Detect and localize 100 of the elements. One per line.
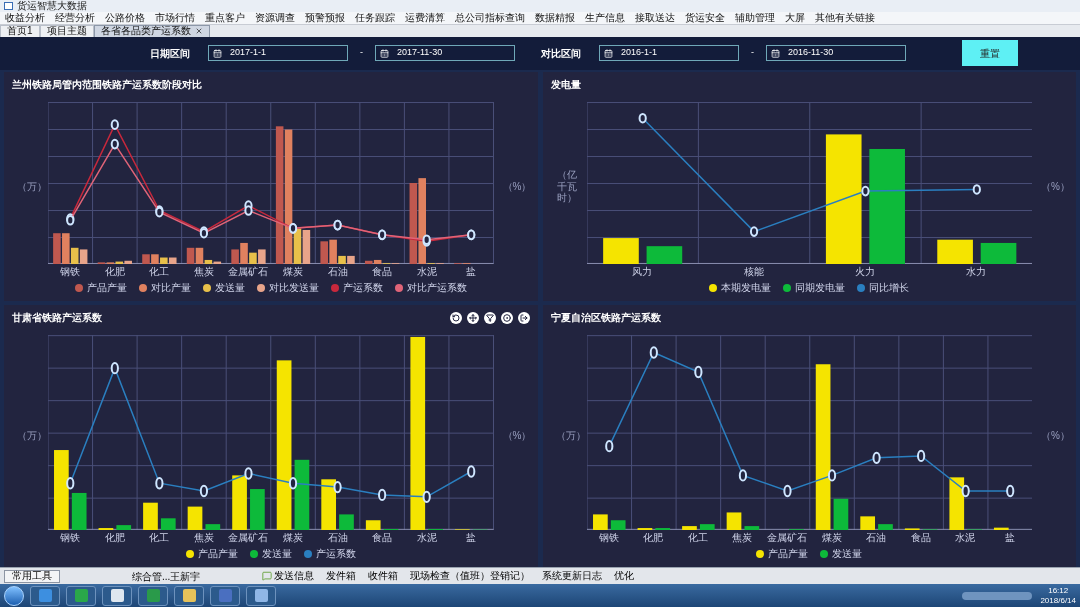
menu-item[interactable]: 货运安全 [680, 12, 730, 23]
menu-item[interactable]: 经营分析 [50, 12, 100, 23]
chart-bar [143, 502, 158, 530]
menu-item[interactable]: 预警预报 [300, 12, 350, 23]
chart-bar [681, 525, 697, 530]
filter-label: 对比区间 [541, 46, 581, 61]
legend-label[interactable]: 同比增长 [869, 280, 910, 296]
category-label: 食品 [372, 265, 393, 279]
legend-label[interactable]: 对比产运系数 [406, 280, 467, 296]
status-link[interactable]: 现场检查（值班）登销记） [410, 571, 531, 582]
legend-label[interactable]: 产品产量 [768, 546, 809, 562]
category-label: 核能 [743, 265, 764, 279]
app-icon [4, 1, 13, 10]
start-button[interactable] [4, 585, 24, 606]
date-field[interactable]: 2017-11-30 [375, 45, 515, 62]
legend-label[interactable]: 产品产量 [197, 546, 238, 562]
menu-item[interactable]: 运费清算 [400, 12, 450, 23]
legend-label[interactable]: 本期发电量 [721, 280, 772, 296]
category-label: 化肥 [104, 531, 125, 545]
status-link[interactable]: 收件箱 [368, 571, 399, 582]
tools-button[interactable]: 常用工具 [4, 569, 60, 583]
chart-bar [160, 518, 176, 530]
chart-bar [321, 479, 336, 530]
menu-item[interactable]: 总公司指标查询 [450, 12, 530, 23]
filter-icon[interactable] [483, 311, 496, 324]
legend-label[interactable]: 发送量 [832, 546, 863, 562]
chart-bar [205, 523, 221, 530]
category-label: 金属矿石 [228, 265, 269, 279]
target-icon[interactable] [500, 311, 513, 324]
category-label: 石油 [866, 531, 887, 545]
chart-bar [339, 514, 354, 530]
status-link[interactable]: 系统更新日志 [542, 571, 603, 582]
calendar-icon [604, 48, 613, 58]
category-label: 水泥 [416, 265, 437, 279]
status-link[interactable]: 优化 [614, 571, 635, 582]
filter-label: 日期区间 [150, 46, 190, 61]
menu-item[interactable]: 资源调查 [250, 12, 300, 23]
legend-label[interactable]: 同期发电量 [795, 280, 846, 296]
chart-bar [71, 492, 87, 530]
status-link[interactable]: 发件箱 [326, 571, 357, 582]
legend-label[interactable]: 发送量 [261, 546, 292, 562]
taskbar-app-icon[interactable] [246, 585, 276, 606]
chart-bar [294, 459, 310, 530]
legend-label[interactable]: 发送量 [214, 280, 245, 296]
menu-item[interactable]: 重点客户 [200, 12, 250, 23]
menu-item[interactable]: 生产信息 [580, 12, 630, 23]
taskbar-app-icon[interactable] [174, 585, 204, 606]
category-label: 煤炭 [283, 531, 303, 545]
chart-bar [592, 514, 608, 530]
axis-title: （%） [502, 180, 525, 193]
axis-title: （万） [17, 180, 39, 193]
category-label: 食品 [910, 531, 931, 545]
menu-item[interactable]: 接取送达 [630, 12, 680, 23]
category-label: 盐 [466, 265, 477, 279]
window-title: 货运智慧大数据 [17, 0, 87, 11]
date-field[interactable]: 2017-1-1 [208, 45, 348, 62]
date-field[interactable]: 2016-1-1 [599, 45, 739, 62]
legend-label[interactable]: 对比发送量 [268, 280, 319, 296]
refresh-icon[interactable] [449, 311, 462, 324]
chart-bar [186, 247, 195, 264]
category-label: 盐 [466, 531, 477, 545]
menu-item[interactable]: 任务跟踪 [350, 12, 400, 23]
date-field[interactable]: 2016-11-30 [766, 45, 906, 62]
menu-item[interactable]: 辅助管理 [730, 12, 780, 23]
legend-label[interactable]: 产运系数 [342, 280, 383, 296]
export-icon[interactable] [517, 311, 530, 324]
status-link[interactable]: 发送信息 [262, 571, 315, 582]
reset-button[interactable]: 重置 [962, 40, 1018, 67]
chart-bar [602, 237, 639, 264]
menu-item[interactable]: 数据精报 [530, 12, 580, 23]
menu-item[interactable]: 收益分析 [0, 12, 50, 23]
chart-bar [250, 488, 265, 530]
chart-bar [232, 475, 247, 530]
chart-title: 发电量 [550, 78, 581, 93]
axis-title: （万） [17, 430, 39, 442]
menu-item[interactable]: 公路价格 [100, 12, 150, 23]
category-label: 金属矿石 [228, 531, 269, 545]
legend-label[interactable]: 对比产量 [150, 280, 191, 296]
category-label: 盐 [1004, 531, 1015, 545]
category-label: 石油 [327, 531, 348, 545]
menu-item[interactable]: 大屏 [780, 12, 810, 23]
category-label: 水力 [966, 265, 987, 279]
chart-bar [980, 242, 1016, 264]
clock-time: 16:12 [1048, 585, 1069, 596]
category-label: 金属矿石 [766, 531, 807, 545]
chart-bar [610, 520, 626, 530]
chart-bar [699, 523, 715, 530]
menu-item[interactable]: 市场行情 [150, 12, 200, 23]
close-icon[interactable] [194, 27, 203, 35]
chart-bar [726, 512, 741, 530]
taskbar-app-icon[interactable] [102, 585, 132, 606]
category-label: 煤炭 [821, 531, 842, 545]
category-label: 化肥 [643, 531, 664, 545]
move-icon[interactable] [466, 311, 479, 324]
chart-bar [859, 516, 875, 530]
legend-label[interactable]: 产运系数 [315, 546, 356, 562]
menu-item[interactable]: 其他有关链接 [810, 12, 880, 23]
chart-title: 甘肃省铁路产运系数 [12, 311, 102, 326]
calendar-icon [771, 48, 780, 58]
legend-label[interactable]: 产品产量 [86, 280, 127, 296]
